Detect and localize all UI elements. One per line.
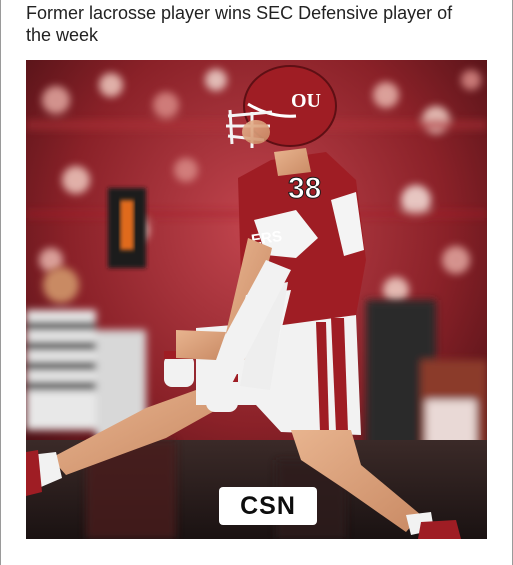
- jersey-number: 38: [288, 172, 321, 205]
- football-player-photo: 38 ERS OU: [26, 60, 487, 539]
- post-headline: Former lacrosse player wins SEC Defensiv…: [26, 3, 453, 45]
- post-photo[interactable]: 38 ERS OU: [26, 60, 487, 539]
- helmet-logo: OU: [291, 90, 321, 112]
- left-frame-border: [0, 0, 1, 565]
- csn-watermark-badge: CSN: [219, 487, 317, 525]
